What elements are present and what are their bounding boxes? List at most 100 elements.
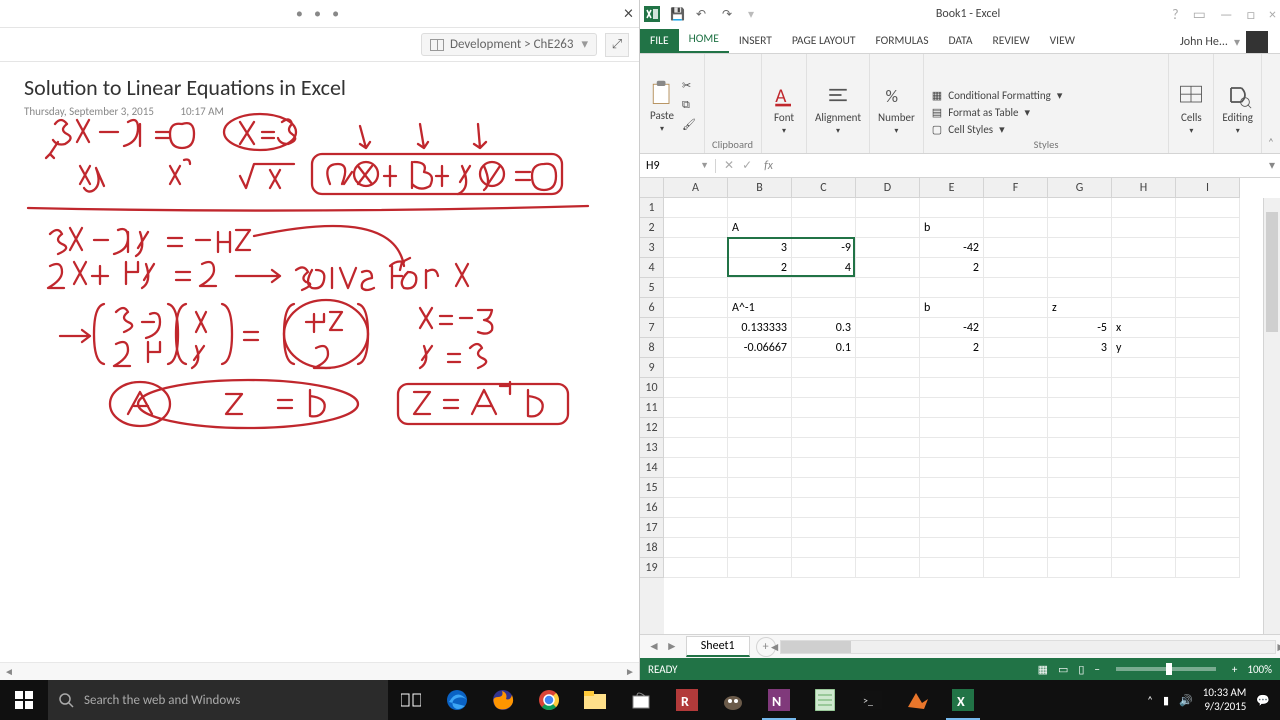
cell[interactable]: [1176, 378, 1240, 398]
cell[interactable]: [1112, 398, 1176, 418]
cell[interactable]: [1112, 238, 1176, 258]
cell[interactable]: [984, 258, 1048, 278]
cell[interactable]: [856, 478, 920, 498]
cell[interactable]: [984, 558, 1048, 578]
cell[interactable]: [792, 278, 856, 298]
cell[interactable]: [920, 358, 984, 378]
cell[interactable]: [984, 378, 1048, 398]
cell[interactable]: [792, 458, 856, 478]
cell[interactable]: [664, 438, 728, 458]
row-header[interactable]: 16: [640, 498, 664, 518]
cell[interactable]: [984, 498, 1048, 518]
excel-taskbar-icon[interactable]: X: [940, 680, 986, 720]
cell[interactable]: [1176, 498, 1240, 518]
cell[interactable]: [920, 478, 984, 498]
cell[interactable]: [728, 498, 792, 518]
cell[interactable]: b: [920, 298, 984, 318]
cell[interactable]: [664, 418, 728, 438]
cell[interactable]: [664, 298, 728, 318]
cell[interactable]: [664, 558, 728, 578]
cell[interactable]: [920, 378, 984, 398]
vscroll[interactable]: [1263, 198, 1280, 634]
onenote-page[interactable]: Solution to Linear Equations in Excel Th…: [0, 62, 639, 662]
col-header[interactable]: H: [1112, 178, 1176, 198]
row-header[interactable]: 4: [640, 258, 664, 278]
cell[interactable]: [1176, 458, 1240, 478]
cell[interactable]: [984, 318, 1048, 338]
cell[interactable]: [856, 278, 920, 298]
row-headers[interactable]: 12345678910111213141516171819: [640, 198, 664, 634]
cell[interactable]: [984, 278, 1048, 298]
cell[interactable]: [856, 438, 920, 458]
col-header[interactable]: F: [984, 178, 1048, 198]
cell[interactable]: [664, 278, 728, 298]
cell[interactable]: [792, 518, 856, 538]
cell[interactable]: 3: [1048, 338, 1112, 358]
cell[interactable]: [1048, 558, 1112, 578]
cell[interactable]: [792, 358, 856, 378]
row-header[interactable]: 8: [640, 338, 664, 358]
cell[interactable]: -42: [920, 238, 984, 258]
close-icon[interactable]: ×: [624, 2, 633, 24]
cell[interactable]: [920, 198, 984, 218]
row-header[interactable]: 9: [640, 358, 664, 378]
cell[interactable]: x: [1112, 318, 1176, 338]
close-icon[interactable]: ×: [1269, 6, 1276, 23]
cell[interactable]: [856, 398, 920, 418]
cell[interactable]: [728, 478, 792, 498]
cell[interactable]: 3: [728, 238, 792, 258]
format-as-table-button[interactable]: ▤Format as Table ▾: [932, 106, 1161, 119]
cell[interactable]: [1048, 358, 1112, 378]
cell[interactable]: [920, 498, 984, 518]
row-header[interactable]: 6: [640, 298, 664, 318]
cell[interactable]: 0.3: [792, 318, 856, 338]
cell[interactable]: [1112, 538, 1176, 558]
system-tray[interactable]: ˄ ▮ 🔊 10:33 AM 9/3/2015 💬: [1137, 686, 1280, 714]
cell[interactable]: [1112, 358, 1176, 378]
cell[interactable]: [1112, 298, 1176, 318]
cell[interactable]: [664, 478, 728, 498]
cell[interactable]: [664, 198, 728, 218]
conditional-formatting-button[interactable]: ▦Conditional Formatting ▾: [932, 89, 1161, 102]
cell[interactable]: [792, 418, 856, 438]
help-icon[interactable]: ?: [1172, 6, 1179, 23]
page-title[interactable]: Solution to Linear Equations in Excel: [24, 74, 615, 101]
cell[interactable]: [1176, 198, 1240, 218]
name-box[interactable]: H9▼: [640, 159, 716, 173]
cell-styles-button[interactable]: ▢Cell Styles ▾: [932, 123, 1161, 136]
file-explorer-icon[interactable]: [572, 680, 618, 720]
cell[interactable]: [920, 518, 984, 538]
cell[interactable]: [1112, 218, 1176, 238]
cell[interactable]: [1176, 358, 1240, 378]
cell[interactable]: [664, 318, 728, 338]
select-all-corner[interactable]: [640, 178, 664, 198]
redo-icon[interactable]: ↷: [722, 6, 738, 22]
tab-formulas[interactable]: FORMULAS: [865, 29, 938, 53]
cell[interactable]: [856, 358, 920, 378]
cell[interactable]: [664, 498, 728, 518]
tab-page-layout[interactable]: PAGE LAYOUT: [782, 29, 866, 53]
cell[interactable]: [856, 378, 920, 398]
cell[interactable]: [856, 498, 920, 518]
cell[interactable]: 0.133333: [728, 318, 792, 338]
alignment-group[interactable]: Alignment▾: [815, 77, 861, 136]
cell[interactable]: [1176, 238, 1240, 258]
cut-button[interactable]: ✂: [682, 79, 691, 92]
cell[interactable]: [1176, 538, 1240, 558]
cell[interactable]: [856, 338, 920, 358]
cell[interactable]: [664, 358, 728, 378]
col-header[interactable]: G: [1048, 178, 1112, 198]
cell[interactable]: [728, 198, 792, 218]
clock[interactable]: 10:33 AM 9/3/2015: [1203, 686, 1247, 714]
cell[interactable]: b: [920, 218, 984, 238]
cell[interactable]: 0.1: [792, 338, 856, 358]
cell[interactable]: y: [1112, 338, 1176, 358]
cell[interactable]: [792, 498, 856, 518]
cell[interactable]: [664, 538, 728, 558]
cell[interactable]: [920, 538, 984, 558]
firefox-icon[interactable]: [480, 680, 526, 720]
view-page-layout-icon[interactable]: ▭: [1058, 663, 1068, 676]
cell[interactable]: [1112, 558, 1176, 578]
cell[interactable]: [1048, 478, 1112, 498]
tab-review[interactable]: REVIEW: [983, 29, 1040, 53]
